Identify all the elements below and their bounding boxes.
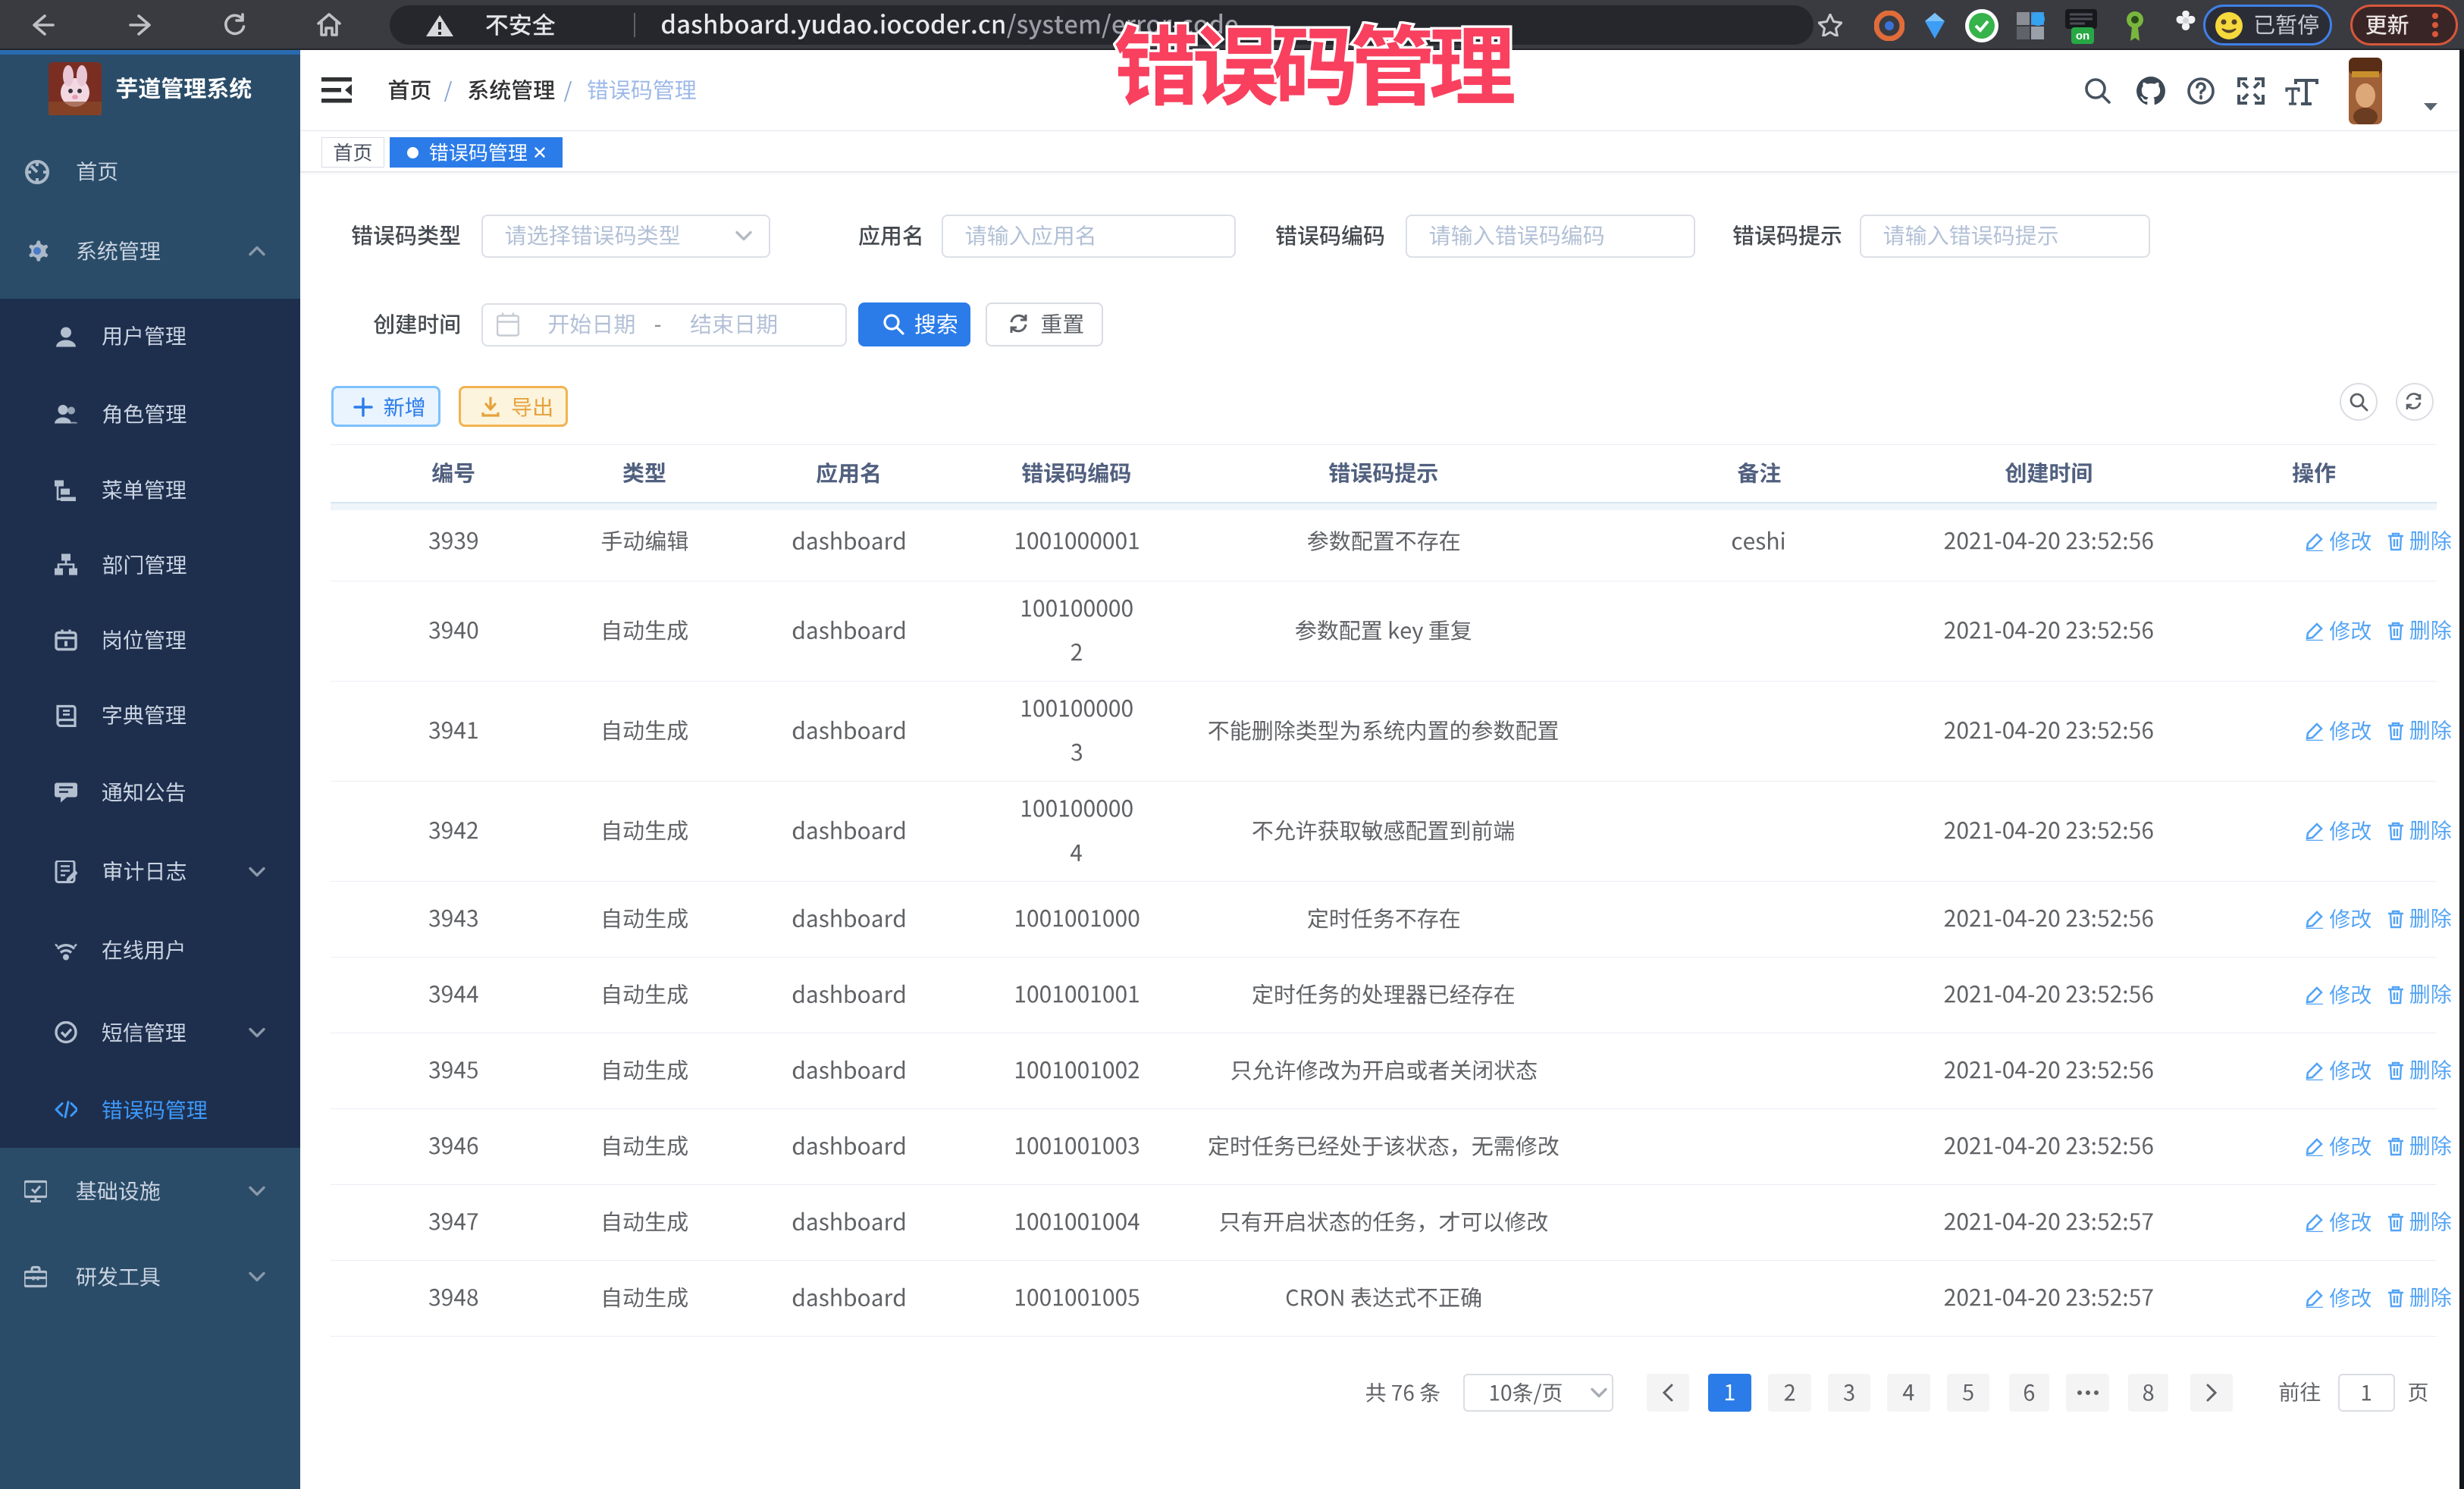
- svg-text:on: on: [2076, 30, 2089, 42]
